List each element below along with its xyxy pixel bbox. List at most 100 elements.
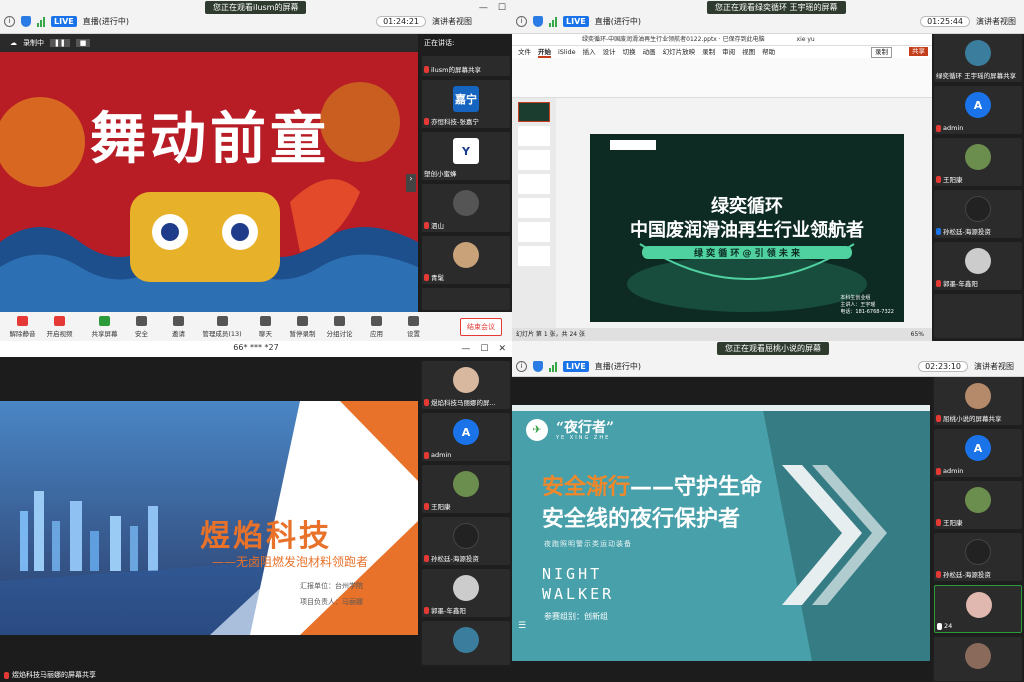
security-button[interactable]: 安全: [123, 315, 160, 338]
live-badge: LIVE: [563, 16, 589, 27]
ppt-save-status: 已保存到此电脑: [722, 36, 765, 43]
signal-icon: [549, 16, 557, 27]
slide-artwork: [0, 52, 418, 312]
slide-thumbnails[interactable]: [512, 98, 556, 328]
ribbon-tab[interactable]: 文件: [518, 46, 531, 58]
participant-tile[interactable]: [422, 621, 510, 665]
chat-button[interactable]: 聊天: [247, 315, 284, 338]
shared-slide: ✈ “夜行者” YE XING ZHE 安全渐行——守护生命 安全线的夜行保护者…: [512, 405, 930, 661]
camera-off-icon: [54, 315, 65, 326]
unmute-button[interactable]: 解除静音: [4, 315, 41, 338]
start-video-button[interactable]: 开启视频: [41, 315, 78, 338]
ribbon-tab[interactable]: 幻灯片放映: [663, 46, 696, 58]
breakout-icon: [334, 315, 345, 326]
pause-record-button[interactable]: 暂停录制: [284, 315, 321, 338]
participant-name: admin: [943, 124, 964, 132]
participant-name: 塑创小蜜蜂: [424, 170, 457, 178]
menu-icon[interactable]: ☰: [518, 621, 526, 631]
participant-name: 孙松廷-海源投资: [943, 571, 991, 579]
record-button[interactable]: 录制: [871, 47, 892, 58]
window-title: 66* *** *27 — ☐ ✕: [0, 341, 512, 357]
info-icon[interactable]: i: [516, 361, 527, 372]
participant-tile[interactable]: [934, 294, 1022, 338]
meeting-window-3: 66* *** *27 — ☐ ✕ 煜焰科技 ——无卤阻燃发泡材料领跑者 汇报单位：…: [0, 341, 512, 682]
ribbon-tab[interactable]: 开始: [538, 46, 551, 58]
participant-tile[interactable]: 煜焰科技马丽娜的屏...: [422, 361, 510, 409]
share-icon: [99, 315, 110, 326]
participant-name: admin: [431, 451, 452, 459]
shield-icon[interactable]: [533, 16, 543, 27]
ribbon-tab[interactable]: 切换: [623, 46, 636, 58]
ribbon-tab[interactable]: 帮助: [762, 46, 775, 58]
ribbon-tab[interactable]: 审阅: [722, 46, 735, 58]
participant-tile[interactable]: 王阳康: [934, 138, 1022, 186]
shield-icon[interactable]: [533, 361, 543, 372]
pause-record-button[interactable]: ❚❚: [50, 39, 70, 47]
breakout-button[interactable]: 分组讨论: [321, 315, 358, 338]
share-label: 煜焰科技马丽娜的屏幕共享: [4, 670, 96, 680]
settings-button[interactable]: 设置: [395, 315, 432, 338]
speaker-view-button[interactable]: 演讲者视图: [432, 16, 472, 27]
ribbon-tabs: 文件 开始 iSlide 插入 设计 切换 动画 幻灯片放映 录制 审阅 视图 …: [512, 46, 932, 58]
share-button[interactable]: 共享: [909, 47, 928, 56]
participant-tile[interactable]: 24: [934, 585, 1022, 633]
chat-icon: [260, 315, 271, 326]
participant-tile[interactable]: 孙松廷-海源投资: [934, 533, 1022, 581]
participant-tile[interactable]: [422, 288, 510, 310]
participant-tile[interactable]: 王阳康: [422, 465, 510, 513]
meeting-timer: 01:25:44: [920, 16, 970, 27]
end-meeting-button[interactable]: 结束会议: [460, 318, 502, 336]
participant-tile[interactable]: 郭墨-年鑫阳: [934, 242, 1022, 290]
participant-tile[interactable]: 王阳康: [934, 481, 1022, 529]
minimize-icon[interactable]: —: [479, 3, 488, 13]
speaker-view-button[interactable]: 演讲者视图: [976, 16, 1016, 27]
info-icon[interactable]: i: [4, 16, 15, 27]
participant-name: 孙松廷-海源投资: [943, 228, 991, 236]
avatar: [965, 248, 991, 274]
ribbon-tab[interactable]: 插入: [583, 46, 596, 58]
speaker-view-button[interactable]: 演讲者视图: [974, 361, 1014, 372]
slide-subtitle: ——无卤阻燃发泡材料领跑者: [212, 555, 369, 569]
participant-tile[interactable]: 嘉宁 亦恒科技-张嘉宁: [422, 80, 510, 128]
slide-line-2: 中国废润滑油再生行业领航者: [630, 220, 864, 241]
participant-tile[interactable]: 孙松廷-海源投资: [934, 190, 1022, 238]
participant-tile[interactable]: 屈桃小说的屏幕共享: [934, 377, 1022, 425]
zoom-level[interactable]: 65%: [911, 328, 924, 341]
meeting-window-1: 您正在观看ilusm的屏幕 i LIVE 直播(进行中) 01:24:21 演讲…: [0, 0, 512, 341]
manage-members-button[interactable]: 管理成员(13): [197, 315, 247, 338]
close-icon[interactable]: ✕: [498, 342, 506, 356]
participant-tile[interactable]: 绿奕循环 王宇瑶的屏幕共享: [934, 34, 1022, 82]
participant-tile[interactable]: 青髦: [422, 236, 510, 284]
maximize-icon[interactable]: ☐: [480, 342, 488, 356]
slide-subtitle: 夜跑照明警示类运动装备: [544, 540, 632, 548]
participant-tile[interactable]: Aadmin: [934, 429, 1022, 477]
stop-record-button[interactable]: ■: [75, 39, 91, 47]
participant-tile[interactable]: Aadmin: [934, 86, 1022, 134]
participant-tile[interactable]: 泗山: [422, 184, 510, 232]
participant-panel: 绿奕循环 王宇瑶的屏幕共享 Aadmin 王阳康 孙松廷-海源投资 郭墨-年鑫阳: [932, 34, 1024, 341]
info-icon[interactable]: i: [516, 16, 527, 27]
shield-icon[interactable]: [21, 16, 31, 27]
collapse-sidebar-icon[interactable]: ›: [406, 174, 416, 192]
participant-tile[interactable]: 郭墨-年鑫阳: [422, 569, 510, 617]
live-badge: LIVE: [51, 16, 77, 27]
participant-name: 郭墨-年鑫阳: [943, 280, 978, 288]
ppt-user: xie yu: [796, 36, 815, 43]
share-screen-button[interactable]: 共享屏幕: [86, 315, 123, 338]
participant-tile[interactable]: Aadmin: [422, 413, 510, 461]
ribbon-tab[interactable]: 视图: [742, 46, 755, 58]
ribbon-tab[interactable]: 动画: [643, 46, 656, 58]
participant-tile[interactable]: [934, 637, 1022, 681]
ribbon-tab[interactable]: iSlide: [558, 46, 576, 58]
participant-name: 24: [944, 622, 953, 630]
avatar: A: [453, 419, 479, 445]
participant-tile[interactable]: 孙松廷-海源投资: [422, 517, 510, 565]
ribbon-tab[interactable]: 录制: [702, 46, 715, 58]
maximize-icon[interactable]: ☐: [498, 3, 506, 13]
invite-button[interactable]: 邀请: [160, 315, 197, 338]
minimize-icon[interactable]: —: [461, 342, 470, 356]
apps-button[interactable]: 应用: [358, 315, 395, 338]
brand-logo-icon: ✈: [526, 419, 548, 441]
participant-tile[interactable]: Y 塑创小蜜蜂: [422, 132, 510, 180]
ribbon-tab[interactable]: 设计: [603, 46, 616, 58]
